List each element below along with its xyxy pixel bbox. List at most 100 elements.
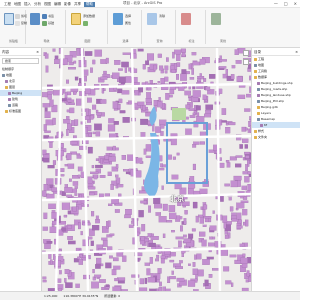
building-polygon (242, 138, 249, 143)
building-polygon (176, 53, 181, 61)
minimize-icon[interactable]: — (274, 1, 278, 6)
layer-icon (260, 123, 263, 127)
add-data-button[interactable]: 添加数据 (83, 13, 95, 19)
building-polygon (77, 256, 81, 260)
building-polygon (72, 206, 77, 212)
building-polygon (171, 230, 175, 233)
building-polygon (239, 243, 245, 247)
building-polygon (229, 206, 234, 212)
measure-icon[interactable] (147, 13, 157, 25)
tab-analysis[interactable]: 分析 (34, 2, 41, 7)
building-polygon (116, 78, 120, 82)
building-polygon (90, 211, 95, 217)
tab-insert[interactable]: 插入 (24, 2, 31, 7)
catalog-item-label: Beijing_roads.shp (261, 87, 288, 91)
building-polygon (118, 68, 123, 71)
layer-icon (257, 87, 260, 91)
building-polygon (168, 205, 176, 212)
copy-button[interactable]: 复制 (15, 20, 27, 26)
tab-view[interactable]: 视图 (44, 2, 51, 7)
building-polygon (90, 67, 93, 73)
building-polygon (61, 227, 67, 232)
cut-button[interactable]: 剪切 (15, 13, 27, 19)
building-polygon (103, 88, 106, 92)
building-polygon (114, 209, 120, 213)
building-polygon (196, 116, 205, 123)
offline-icon[interactable] (211, 13, 221, 25)
map-view[interactable]: 北京 (42, 48, 251, 291)
tab-share[interactable]: 共享 (74, 2, 81, 7)
building-polygon (52, 160, 57, 165)
building-polygon (63, 119, 71, 124)
building-polygon (137, 48, 144, 52)
search-placeholder: 搜索 (5, 59, 12, 63)
building-polygon (165, 57, 169, 62)
search-input[interactable]: 搜索 (2, 58, 39, 64)
tab-edit[interactable]: 编辑 (54, 2, 61, 7)
zoom-in-icon[interactable] (243, 50, 249, 56)
building-polygon (112, 101, 118, 109)
bookmarks-button[interactable]: 书签 (42, 13, 54, 19)
building-polygon (228, 197, 232, 201)
building-polygon (162, 203, 168, 211)
building-polygon (245, 127, 248, 131)
copy-icon (15, 20, 20, 26)
building-polygon (64, 269, 70, 274)
pane-close-icon[interactable]: × (295, 50, 298, 54)
scale-readout[interactable]: 1:25,000 (44, 294, 57, 298)
tab-imagery[interactable]: 影像 (64, 2, 71, 7)
close-icon[interactable]: × (294, 1, 297, 6)
building-polygon (153, 64, 157, 71)
building-polygon (159, 281, 162, 287)
title-bar: 工程 地图 插入 分析 视图 编辑 影像 共享 帮助 项目 - 北京 - Arc… (0, 0, 300, 8)
building-polygon (160, 255, 166, 259)
building-polygon (117, 88, 123, 94)
building-polygon (84, 115, 90, 120)
building-polygon (205, 109, 212, 115)
contents-pane: 内容 × 搜索 绘制顺序 地图 北京 图层 Beijing 建筑 道路 标准底图 (0, 48, 42, 291)
ribbon-group-label: 剪贴板 (8, 39, 18, 43)
layer-tool[interactable] (83, 20, 88, 26)
folder-icon (257, 111, 260, 115)
building-polygon (79, 194, 82, 199)
tab-help[interactable]: 帮助 (84, 1, 95, 7)
select-button[interactable]: 选择 (125, 13, 131, 19)
maximize-icon[interactable]: □ (284, 1, 288, 6)
building-polygon (46, 178, 54, 185)
pane-close-icon[interactable]: × (36, 50, 39, 54)
building-polygon (185, 116, 189, 120)
paste-icon[interactable] (4, 13, 14, 25)
building-polygon (212, 210, 215, 214)
building-polygon (205, 104, 214, 110)
tree-basemap[interactable]: 标准底图 (0, 108, 41, 114)
label-icon[interactable] (181, 13, 191, 25)
tree-label: 建筑 (12, 97, 19, 101)
building-polygon (164, 70, 168, 74)
zoom-out-icon[interactable] (243, 59, 249, 65)
building-polygon (137, 86, 143, 93)
select-icon[interactable] (113, 13, 123, 25)
building-polygon (70, 141, 78, 145)
building-polygon (75, 283, 80, 288)
building-polygon (236, 76, 243, 82)
building-polygon (84, 51, 93, 56)
map-canvas[interactable] (42, 48, 251, 291)
building-polygon (145, 144, 152, 152)
basemap-button[interactable]: 基础 (42, 20, 54, 26)
explore-icon[interactable] (30, 13, 40, 25)
clear-button[interactable]: 清除 (159, 13, 165, 19)
coordinate-readout: 116.3890°E 39.9135°N (63, 294, 99, 298)
attributes-button[interactable]: 属性 (125, 20, 131, 26)
building-polygon (99, 174, 106, 178)
catalog-item[interactable]: 文件夹 (252, 134, 300, 140)
basemap-icon (42, 20, 47, 26)
building-polygon (237, 94, 246, 100)
catalog-title: 目录 (254, 50, 261, 54)
building-polygon (143, 148, 147, 155)
building-polygon (42, 103, 51, 108)
tab-project[interactable]: 工程 (4, 2, 11, 7)
tab-map[interactable]: 地图 (14, 2, 21, 7)
building-polygon (61, 98, 67, 101)
tree-label: 道路 (12, 103, 19, 107)
add-data-icon[interactable] (71, 13, 81, 25)
